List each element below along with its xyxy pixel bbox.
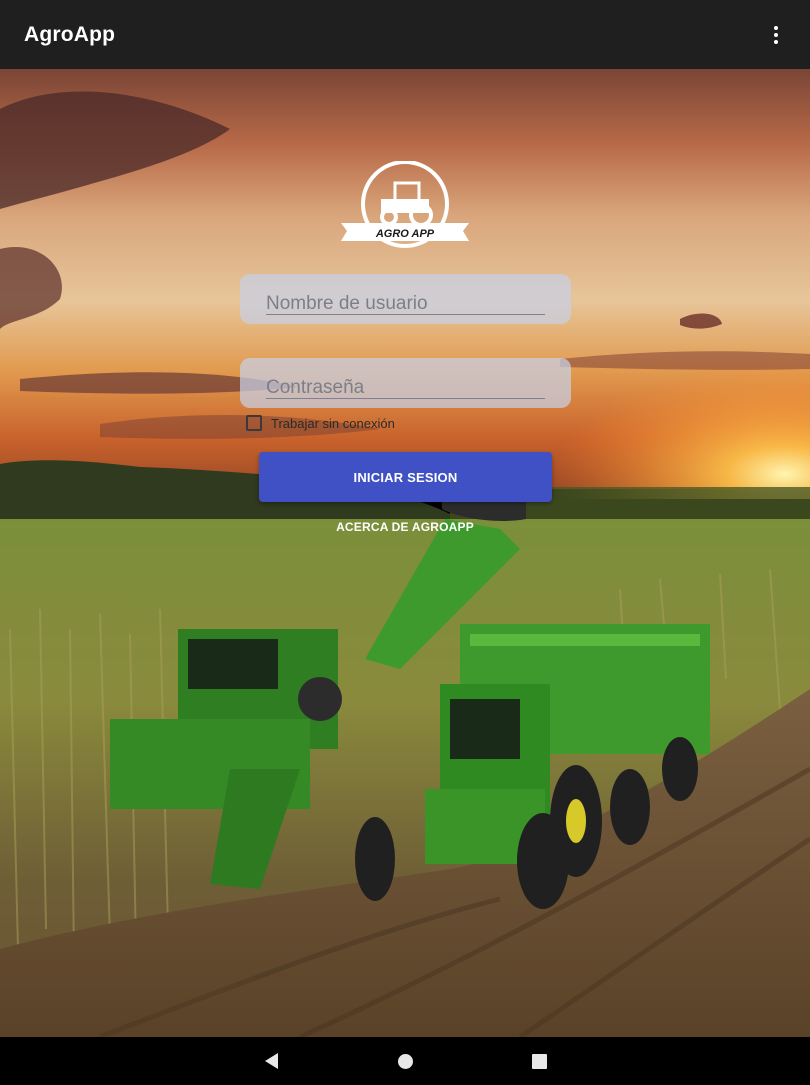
login-button[interactable]: INICIAR SESION xyxy=(259,452,552,502)
recents-icon[interactable] xyxy=(527,1049,551,1073)
system-nav-bar xyxy=(0,1037,810,1085)
app-bar: AgroApp xyxy=(0,0,810,69)
offline-checkbox[interactable] xyxy=(246,415,262,431)
back-icon[interactable] xyxy=(259,1049,283,1073)
home-icon[interactable] xyxy=(393,1049,417,1073)
password-underline xyxy=(266,398,545,399)
password-field[interactable] xyxy=(240,358,571,408)
tractor-icon: AGRO APP xyxy=(341,161,469,248)
offline-label: Trabajar sin conexión xyxy=(271,415,395,431)
username-field[interactable] xyxy=(240,274,571,324)
username-input[interactable] xyxy=(266,274,545,324)
username-underline xyxy=(266,314,545,315)
about-link[interactable]: ACERCA DE AGROAPP xyxy=(300,520,510,534)
more-vert-icon[interactable] xyxy=(766,20,786,50)
app-title: AgroApp xyxy=(24,22,116,46)
background-scene: AGRO APP Trabajar sin conexión INICIAR S… xyxy=(0,69,810,1037)
logo-text: AGRO APP xyxy=(375,228,435,240)
password-input[interactable] xyxy=(266,358,545,408)
offline-checkbox-row[interactable]: Trabajar sin conexión xyxy=(246,415,395,431)
